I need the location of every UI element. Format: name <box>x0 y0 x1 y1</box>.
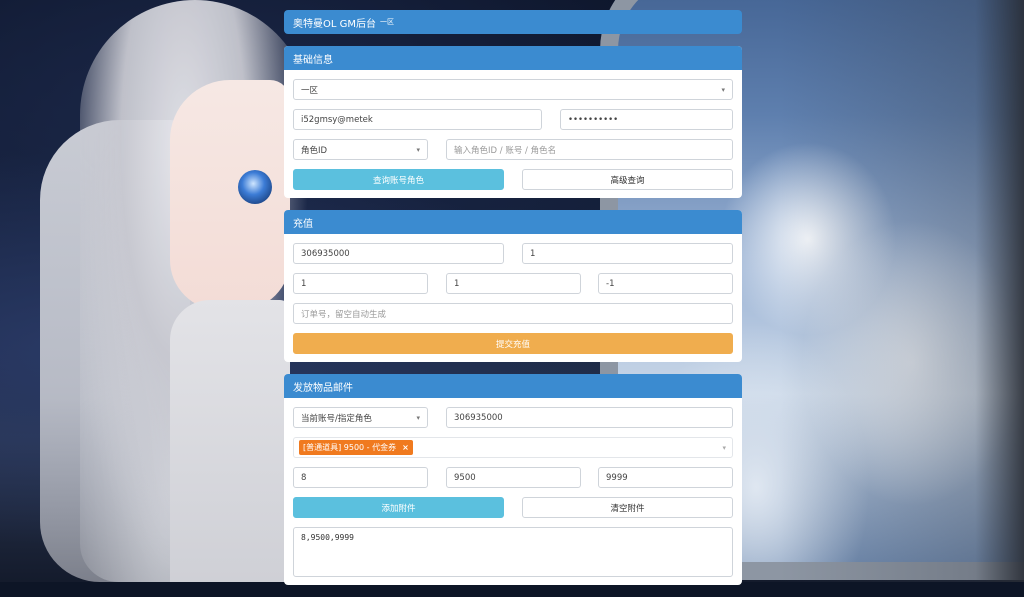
character-eye <box>238 170 272 204</box>
item-id-input[interactable]: 9500 <box>446 467 581 488</box>
chevron-down-icon: ▾ <box>416 413 420 422</box>
recharge-field-b[interactable]: 1 <box>446 273 581 294</box>
order-number-input[interactable]: 订单号，留空自动生成 <box>293 303 733 324</box>
mail-target-select-value: 当前账号/指定角色 <box>301 413 372 424</box>
clear-attachments-button[interactable]: 清空附件 <box>522 497 733 518</box>
query-role-button[interactable]: 查询账号角色 <box>293 169 504 190</box>
chevron-down-icon[interactable]: ▾ <box>722 444 726 452</box>
basic-info-title: 基础信息 <box>284 46 742 70</box>
recharge-title: 充值 <box>284 210 742 234</box>
main-container: 奥特曼OL GM后台 一区 基础信息 一区 ▾ i52gmsy@metek ••… <box>284 10 742 597</box>
chevron-down-icon: ▾ <box>416 145 420 154</box>
role-type-select-value: 角色ID <box>301 145 328 156</box>
role-search-input[interactable]: 输入角色ID / 账号 / 角色名 <box>446 139 733 160</box>
recharge-panel: 充值 306935000 1 1 1 -1 订单号，留空自动生成 提交充值 <box>284 210 742 362</box>
page-subtitle: 一区 <box>380 18 394 26</box>
character-face <box>170 80 290 310</box>
window-frame <box>780 0 1024 582</box>
recharge-role-id-input[interactable]: 306935000 <box>293 243 504 264</box>
item-tag[interactable]: [普通道具] 9500 - 代金券 × <box>299 440 413 455</box>
page-header: 奥特曼OL GM后台 一区 <box>284 10 742 34</box>
item-tag-label: [普通道具] 9500 - 代金券 <box>303 443 397 452</box>
basic-info-panel: 基础信息 一区 ▾ i52gmsy@metek •••••••••• 角色ID … <box>284 46 742 198</box>
mail-items-title: 发放物品邮件 <box>284 374 742 398</box>
account-input[interactable]: i52gmsy@metek <box>293 109 542 130</box>
password-input[interactable]: •••••••••• <box>560 109 733 130</box>
attachments-textarea[interactable]: 8,9500,9999 <box>293 527 733 577</box>
mail-items-panel: 发放物品邮件 当前账号/指定角色 ▾ 306935000 [普通道具] 9500… <box>284 374 742 585</box>
close-icon[interactable]: × <box>402 443 409 452</box>
character-hoodie <box>170 300 290 582</box>
page-title: 奥特曼OL GM后台 <box>293 18 376 30</box>
advanced-query-button[interactable]: 高级查询 <box>522 169 733 190</box>
mail-target-select[interactable]: 当前账号/指定角色 ▾ <box>293 407 428 428</box>
role-type-select[interactable]: 角色ID ▾ <box>293 139 428 160</box>
item-multiselect[interactable]: [普通道具] 9500 - 代金券 × ▾ <box>293 437 733 458</box>
recharge-field-a[interactable]: 1 <box>293 273 428 294</box>
item-max-input[interactable]: 9999 <box>598 467 733 488</box>
add-attachment-button[interactable]: 添加附件 <box>293 497 504 518</box>
recharge-field-c[interactable]: -1 <box>598 273 733 294</box>
submit-recharge-button[interactable]: 提交充值 <box>293 333 733 354</box>
server-select-value: 一区 <box>301 85 319 96</box>
mail-target-id-input[interactable]: 306935000 <box>446 407 733 428</box>
recharge-amount-input[interactable]: 1 <box>522 243 733 264</box>
server-select[interactable]: 一区 ▾ <box>293 79 733 100</box>
chevron-down-icon: ▾ <box>721 85 725 94</box>
item-count-input[interactable]: 8 <box>293 467 428 488</box>
